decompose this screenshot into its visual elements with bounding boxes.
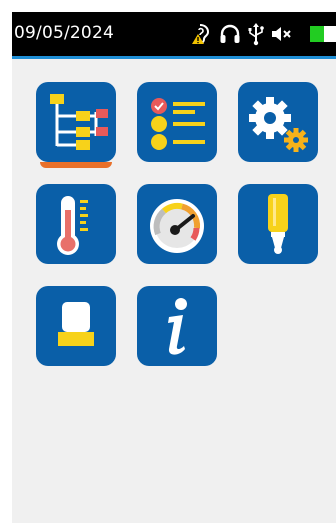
- usb-icon: [246, 22, 266, 46]
- speaker-muted-icon: [270, 22, 294, 46]
- gauge-button[interactable]: [137, 184, 217, 264]
- status-date: 09/05/2024: [14, 23, 114, 43]
- status-icons: [190, 20, 294, 48]
- headphones-icon: [218, 22, 242, 46]
- tree-structure-button[interactable]: [36, 82, 116, 168]
- battery-indicator: [310, 26, 336, 42]
- device-frame: [0, 0, 12, 523]
- probe-button[interactable]: [238, 184, 318, 264]
- hearing-warning-icon: [190, 22, 214, 46]
- battery-level: [310, 26, 325, 42]
- device-screen: 09/05/2024: [12, 12, 336, 523]
- calibration-block-button[interactable]: [36, 286, 116, 366]
- info-button[interactable]: [137, 286, 217, 366]
- checklist-button[interactable]: [137, 82, 217, 162]
- status-bar: 09/05/2024: [12, 12, 336, 56]
- temperature-button[interactable]: [36, 184, 116, 264]
- settings-button[interactable]: [238, 82, 318, 162]
- status-divider: [12, 56, 336, 59]
